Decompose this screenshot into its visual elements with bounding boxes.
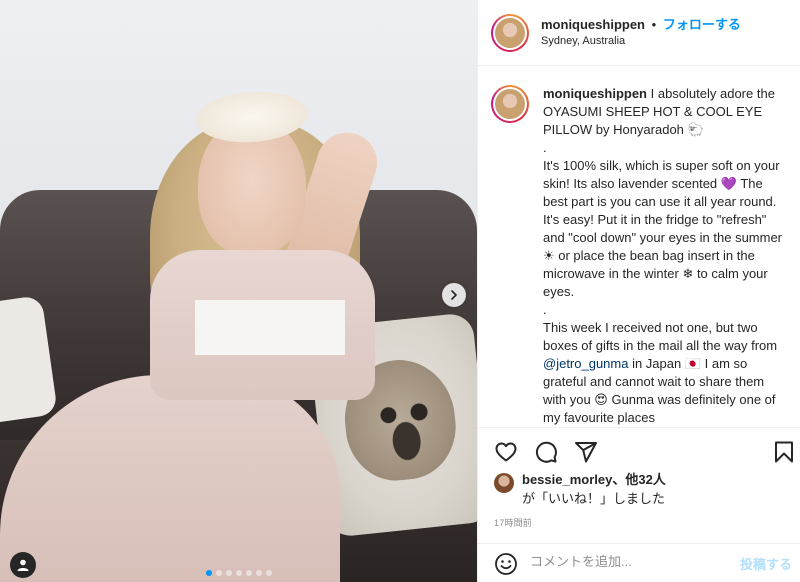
post-photo[interactable]	[0, 0, 477, 582]
heart-icon[interactable]	[494, 440, 518, 464]
carousel-dot	[255, 570, 262, 576]
post-sidebar: moniqueshippen • フォローする Sydney, Australi…	[477, 0, 800, 582]
carousel-indicator	[0, 570, 477, 576]
mention-link[interactable]: @jetro_gunma	[543, 356, 628, 371]
comment-bar: 投稿する	[478, 543, 800, 582]
carousel-dot	[265, 570, 272, 576]
carousel-dot	[245, 570, 252, 576]
sweater-band-graphic	[195, 300, 345, 355]
action-bar	[478, 427, 800, 467]
caption-text: moniqueshippen I absolutely adore the OY…	[543, 85, 788, 427]
carousel-dot	[225, 570, 232, 576]
next-image-button[interactable]	[442, 283, 466, 307]
story-ring[interactable]	[491, 13, 529, 52]
likes-others-count[interactable]: 、他32人	[612, 472, 665, 487]
avatar[interactable]	[495, 17, 525, 48]
location-link[interactable]: Sydney, Australia	[541, 34, 741, 49]
separator-dot: •	[651, 17, 657, 32]
follow-button[interactable]: フォローする	[663, 17, 741, 32]
post-timestamp[interactable]: 17時間前	[494, 516, 532, 529]
liker-username[interactable]: bessie_morley	[522, 472, 612, 487]
likes-suffix: が「いいね！」しました	[522, 491, 666, 506]
comment-input[interactable]	[530, 554, 730, 569]
post-comment-button[interactable]: 投稿する	[740, 554, 792, 573]
chevron-right-icon	[451, 290, 457, 300]
avatar[interactable]	[495, 89, 525, 119]
caption-username[interactable]: moniqueshippen	[543, 86, 647, 101]
carousel-dot	[205, 570, 212, 576]
post-header: moniqueshippen • フォローする Sydney, Australi…	[478, 0, 800, 66]
smile-icon[interactable]	[494, 552, 518, 576]
paper-plane-icon[interactable]	[574, 440, 598, 464]
post-dialog: moniqueshippen • フォローする Sydney, Australi…	[0, 0, 800, 582]
avatar[interactable]	[494, 473, 514, 493]
author-username[interactable]: moniqueshippen	[541, 17, 645, 32]
caption: moniqueshippen I absolutely adore the OY…	[491, 85, 792, 427]
carousel-dot	[215, 570, 222, 576]
story-ring[interactable]	[491, 85, 529, 123]
comments-scroll-area[interactable]: moniqueshippen I absolutely adore the OY…	[478, 67, 800, 427]
bookmark-icon[interactable]	[772, 440, 796, 464]
caption-body: I absolutely adore the OYASUMI SHEEP HOT…	[543, 86, 783, 353]
likes-summary: bessie_morley、他32人 が「いいね！」しました	[494, 470, 666, 508]
comment-icon[interactable]	[534, 440, 558, 464]
carousel-dot	[235, 570, 242, 576]
